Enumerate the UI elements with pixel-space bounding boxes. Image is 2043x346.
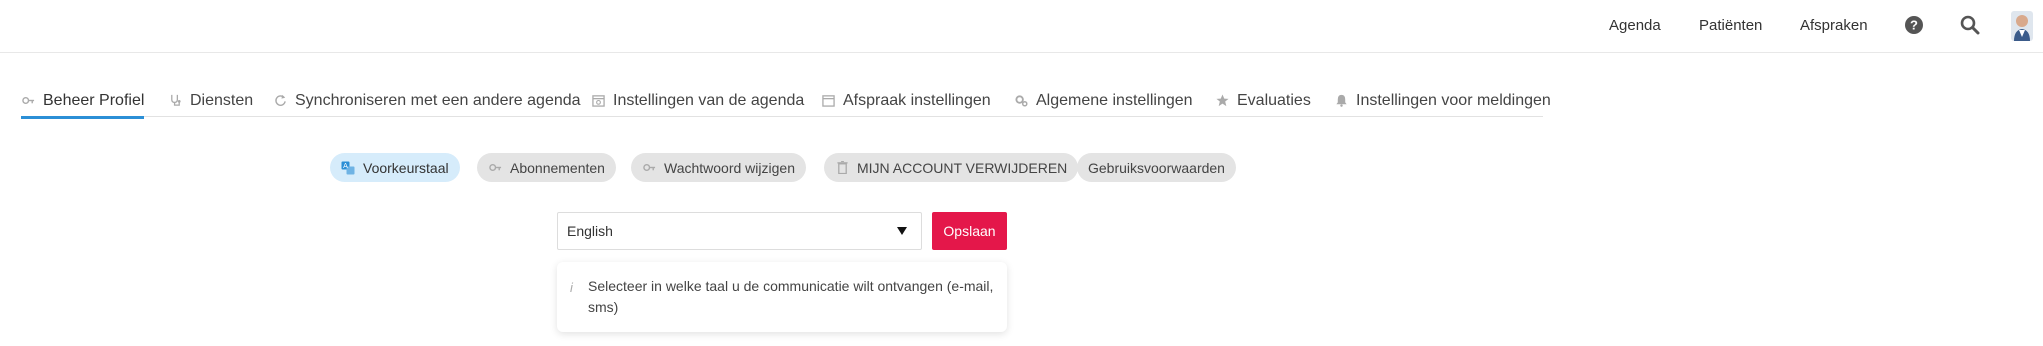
subtab-abonnementen[interactable]: Abonnementen: [477, 153, 616, 182]
subtab-label: Gebruiksvoorwaarden: [1088, 159, 1225, 176]
tab-label: Algemene instellingen: [1036, 91, 1193, 109]
subtab-voorkeurstaal[interactable]: A Voorkeurstaal: [330, 153, 460, 182]
tab-afspraak-instellingen[interactable]: Afspraak instellingen: [821, 84, 991, 117]
stethoscope-icon: [168, 94, 182, 108]
key-icon: [488, 161, 502, 175]
key-icon: [642, 161, 656, 175]
subtab-account-verwijderen[interactable]: MIJN ACCOUNT VERWIJDEREN: [824, 153, 1079, 182]
search-icon[interactable]: [1959, 14, 1981, 36]
key-icon: [21, 94, 35, 108]
subtab-label: Wachtwoord wijzigen: [664, 159, 795, 176]
calendar-clock-icon: [591, 94, 605, 108]
subtab-label: Abonnementen: [510, 159, 605, 176]
tab-algemene-instellingen[interactable]: Algemene instellingen: [1014, 84, 1193, 117]
translate-icon: A: [341, 161, 355, 175]
tab-label: Synchroniseren met een andere agenda: [295, 91, 581, 109]
nav-link-agenda[interactable]: Agenda: [1609, 0, 1661, 50]
tab-instellingen-agenda[interactable]: Instellingen van de agenda: [591, 84, 804, 117]
help-icon[interactable]: ?: [1903, 14, 1925, 36]
tab-diensten[interactable]: Diensten: [168, 84, 253, 117]
tab-synchroniseren[interactable]: Synchroniseren met een andere agenda: [273, 84, 581, 117]
tab-label: Diensten: [190, 91, 254, 109]
nav-link-patients-label[interactable]: Patiënten: [1699, 17, 1762, 34]
language-select-value: English: [567, 223, 613, 239]
bell-icon: [1334, 94, 1348, 108]
caret-down-icon: [897, 227, 907, 235]
nav-link-agenda-label[interactable]: Agenda: [1609, 17, 1661, 34]
language-select[interactable]: English: [557, 212, 922, 250]
nav-link-appointments-label[interactable]: Afspraken: [1800, 17, 1868, 34]
nav-link-appointments[interactable]: Afspraken: [1800, 0, 1868, 50]
tab-instellingen-meldingen[interactable]: Instellingen voor meldingen: [1334, 84, 1551, 117]
sync-icon: [273, 94, 287, 108]
gears-icon: [1014, 94, 1028, 108]
settings-tabs: Beheer Profiel Diensten Synchroniseren m…: [21, 84, 1551, 119]
nav-link-patients[interactable]: Patiënten: [1699, 0, 1762, 50]
tab-label: Evaluaties: [1237, 91, 1311, 109]
calendar-icon: [821, 94, 835, 108]
svg-text:A: A: [343, 163, 348, 170]
tab-label: Beheer Profiel: [43, 91, 145, 109]
tab-evaluaties[interactable]: Evaluaties: [1215, 84, 1311, 117]
info-icon: i: [570, 280, 573, 295]
subtab-gebruiksvoorwaarden[interactable]: Gebruiksvoorwaarden: [1077, 153, 1236, 182]
save-button-label: Opslaan: [943, 223, 996, 239]
language-info-box: i Selecteer in welke taal u de communica…: [557, 262, 1007, 332]
tab-beheer-profiel[interactable]: Beheer Profiel: [21, 84, 145, 119]
star-icon: [1215, 94, 1229, 108]
subtab-label: MIJN ACCOUNT VERWIJDEREN: [857, 159, 1068, 176]
language-info-text: Selecteer in welke taal u de communicati…: [588, 278, 994, 315]
svg-text:?: ?: [1910, 18, 1918, 33]
tab-label: Afspraak instellingen: [843, 91, 991, 109]
trash-icon: [835, 161, 849, 175]
subtab-label: Voorkeurstaal: [363, 159, 449, 176]
save-button[interactable]: Opslaan: [932, 212, 1007, 250]
top-navbar: Agenda Patiënten Afspraken ?: [0, 0, 2043, 53]
avatar[interactable]: [2011, 11, 2033, 41]
tab-label: Instellingen voor meldingen: [1356, 91, 1551, 109]
tab-label: Instellingen van de agenda: [613, 91, 805, 109]
subtab-wachtwoord-wijzigen[interactable]: Wachtwoord wijzigen: [631, 153, 806, 182]
